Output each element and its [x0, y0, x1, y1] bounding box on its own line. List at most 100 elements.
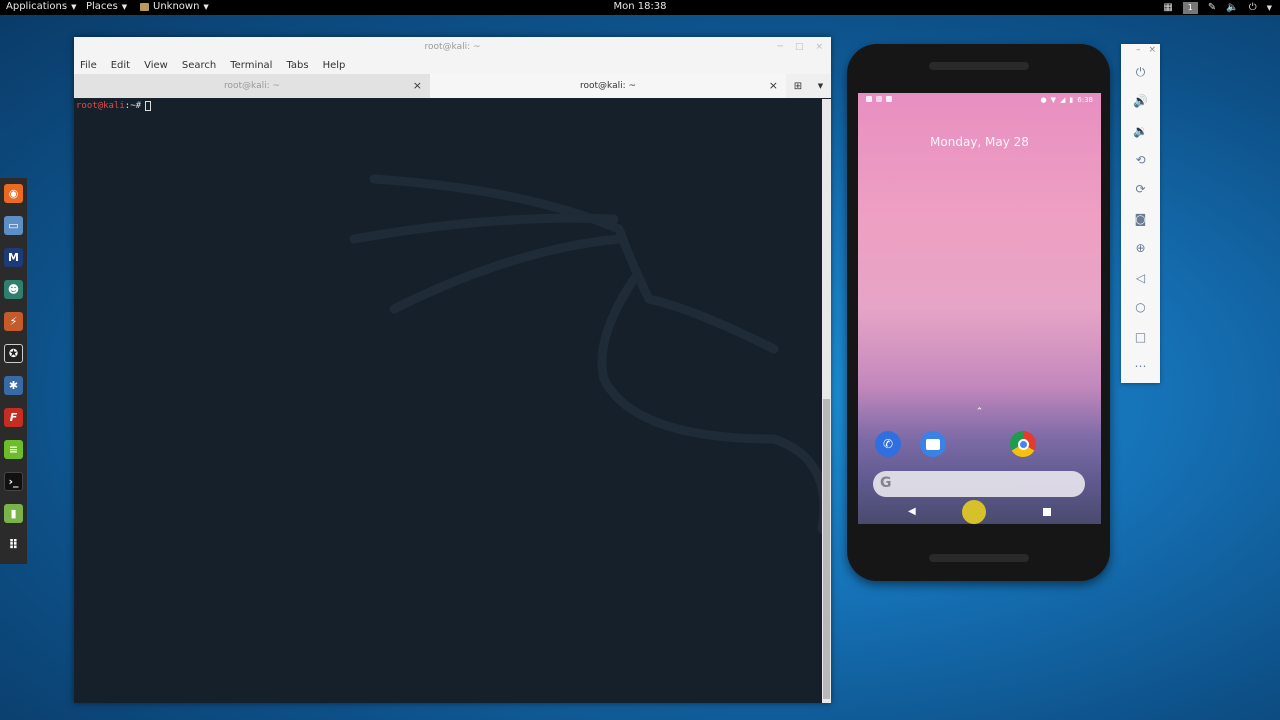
back-icon[interactable]: ◀ [908, 506, 916, 517]
android-emulator: ● ▼ ◢ ▮ 6:38 Monday, May 28 ⌃ ✆ G ◀ [847, 44, 1110, 581]
signal-icon: ◢ [1060, 96, 1066, 104]
chevron-down-icon[interactable]: ▼ [818, 82, 823, 90]
app-menu[interactable]: Unknown ▼ [140, 1, 209, 12]
system-tray: ▦ 1 ✎ 🔈 ⏻ ▼ [1163, 0, 1272, 15]
tab-2[interactable]: root@kali: ~ × [430, 74, 786, 98]
google-logo-icon: G [880, 475, 892, 491]
minimize-icon[interactable]: – [1136, 45, 1141, 55]
menu-view[interactable]: View [144, 60, 168, 71]
firefox-icon[interactable]: ◉ [4, 184, 23, 203]
maximize-icon[interactable]: □ [795, 42, 804, 52]
applications-label: Applications [6, 1, 68, 12]
places-label: Places [86, 1, 118, 12]
top-speaker [929, 62, 1029, 70]
close-icon[interactable]: × [815, 42, 823, 52]
overview-icon[interactable]: □ [1121, 326, 1160, 348]
wifi-icon: ▼ [1050, 96, 1057, 104]
google-search-bar[interactable]: G [873, 471, 1085, 497]
bottom-speaker [929, 554, 1029, 562]
nav-bar: ◀ [858, 499, 1101, 524]
app-icon [140, 2, 149, 11]
messages-app-icon[interactable] [920, 431, 946, 457]
places-menu[interactable]: Places ▼ [86, 1, 127, 12]
volume-up-icon[interactable]: 🔊 [1121, 90, 1160, 112]
shell-prompt: root@kali :~# [76, 101, 152, 111]
dock: ◉ ▭ M ☻ ⚡ ✪ ✱ F ≡ ›_ ▮ ⠿ [0, 178, 27, 564]
files-icon[interactable]: ▭ [4, 216, 23, 235]
scrollbar-thumb[interactable] [823, 399, 830, 699]
menu-help[interactable]: Help [323, 60, 346, 71]
app-menu-label: Unknown [153, 1, 200, 12]
window-controls: ─ □ × [778, 37, 823, 57]
recents-icon[interactable] [1043, 508, 1051, 516]
clock[interactable]: Mon 18:38 [613, 1, 666, 12]
status-bar: ● ▼ ◢ ▮ 6:38 [858, 93, 1101, 107]
editor-icon[interactable]: ▮ [4, 504, 23, 523]
workspace-indicator[interactable]: 1 [1182, 1, 1198, 14]
terminal-window: root@kali: ~ ─ □ × File Edit View Search… [74, 37, 831, 703]
home-icon[interactable]: ○ [1121, 296, 1160, 318]
prompt-path: :~# [124, 101, 142, 111]
menu-bar: File Edit View Search Terminal Tabs Help [74, 57, 831, 74]
tab-actions: ⊞ ▼ [786, 74, 831, 98]
chevron-down-icon[interactable]: ▼ [1267, 4, 1272, 12]
notification-icon [866, 96, 872, 102]
text-cursor [145, 101, 152, 111]
burpsuite-icon[interactable]: ⚡ [4, 312, 23, 331]
applications-menu[interactable]: Applications ▼ [6, 1, 76, 12]
rotate-left-icon[interactable]: ⟲ [1121, 149, 1160, 171]
phone-app-icon[interactable]: ✆ [875, 431, 901, 457]
armitage-icon[interactable]: ☻ [4, 280, 23, 299]
beef-icon[interactable]: ✱ [4, 376, 23, 395]
phone-screen[interactable]: ● ▼ ◢ ▮ 6:38 Monday, May 28 ⌃ ✆ G ◀ [858, 93, 1101, 524]
show-apps-icon[interactable]: ⠿ [4, 536, 23, 555]
back-icon[interactable]: ◁ [1121, 267, 1160, 289]
minimize-icon[interactable]: ─ [778, 42, 783, 52]
terminal-output[interactable]: root@kali :~# [74, 99, 822, 703]
kali-dragon-watermark [349, 174, 822, 534]
power-icon[interactable]: ⏻ [1121, 61, 1160, 83]
chrome-app-icon[interactable] [1010, 431, 1036, 457]
sd-card-icon [886, 96, 892, 102]
chevron-down-icon: ▼ [121, 2, 128, 11]
emulator-controls-panel: – × ⏻ 🔊 🔉 ⟲ ⟳ ◙ ⊕ ◁ ○ □ ⋯ [1121, 44, 1160, 383]
metasploit-icon[interactable]: M [4, 248, 23, 267]
camera-icon[interactable]: ◙ [1121, 208, 1160, 230]
chevron-down-icon: ▼ [203, 2, 209, 11]
leafpad-icon[interactable]: ≡ [4, 440, 23, 459]
volume-icon[interactable]: 🔈 [1226, 2, 1238, 13]
menu-tabs[interactable]: Tabs [286, 60, 308, 71]
close-icon[interactable]: × [413, 74, 422, 98]
menu-edit[interactable]: Edit [111, 60, 130, 71]
power-icon[interactable]: ⏻ [1249, 2, 1257, 13]
tab-1[interactable]: root@kali: ~ × [74, 74, 430, 98]
zoom-icon[interactable]: ⊕ [1121, 237, 1160, 259]
app-drawer-arrow-icon[interactable]: ⌃ [858, 407, 1101, 417]
close-icon[interactable]: × [769, 74, 778, 98]
chevron-down-icon: ▼ [71, 2, 77, 11]
battery-icon: ▮ [1069, 96, 1074, 104]
notification-icon [876, 96, 882, 102]
tab-label: root@kali: ~ [223, 81, 281, 91]
close-icon[interactable]: × [1148, 45, 1156, 55]
top-panel: Applications ▼ Places ▼ Unknown ▼ Mon 18… [0, 0, 1280, 15]
menu-search[interactable]: Search [182, 60, 216, 71]
location-icon: ● [1040, 96, 1047, 104]
more-icon[interactable]: ⋯ [1121, 355, 1160, 377]
new-tab-icon[interactable]: ⊞ [794, 81, 802, 92]
pen-icon[interactable]: ✎ [1208, 2, 1216, 13]
home-button[interactable] [962, 500, 986, 524]
prompt-user: root@kali [76, 101, 125, 111]
grid-icon[interactable]: ▦ [1163, 2, 1172, 13]
phone-time: 6:38 [1077, 96, 1093, 104]
tab-label: root@kali: ~ [579, 81, 637, 91]
scrollbar[interactable] [822, 99, 831, 703]
volume-down-icon[interactable]: 🔉 [1121, 120, 1160, 142]
menu-file[interactable]: File [80, 60, 97, 71]
rotate-right-icon[interactable]: ⟳ [1121, 178, 1160, 200]
ettercap-icon[interactable]: F [4, 408, 23, 427]
date-widget[interactable]: Monday, May 28 [858, 135, 1101, 149]
terminal-icon[interactable]: ›_ [4, 472, 23, 491]
faraday-icon[interactable]: ✪ [4, 344, 23, 363]
menu-terminal[interactable]: Terminal [230, 60, 272, 71]
